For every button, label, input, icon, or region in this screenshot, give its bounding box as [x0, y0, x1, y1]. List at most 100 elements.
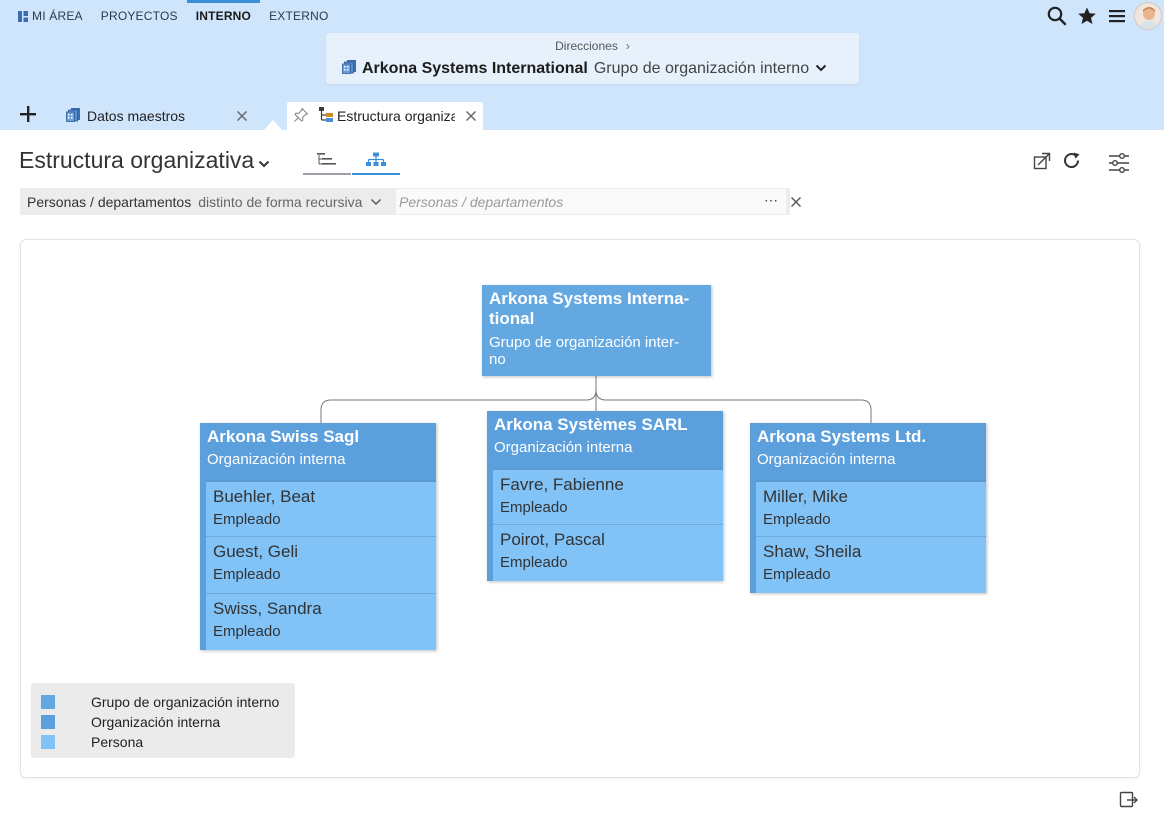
member-list: Miller, Mike Empleado Shaw, Sheila Emple… [750, 480, 986, 593]
department-name: Arkona Swiss Sagl [207, 427, 360, 446]
org-node-person[interactable]: Guest, Geli Empleado [206, 536, 436, 593]
app-header: MI ÁREA PROYECTOS INTERNO EXTERNO Direcc… [0, 0, 1164, 98]
org-node-person[interactable]: Poirot, Pascal Empleado [493, 524, 723, 581]
org-chart-icon [365, 152, 387, 173]
legend: Grupo de organización interno Organizaci… [31, 683, 295, 758]
person-role: Empleado [213, 566, 281, 583]
legend-label: Persona [91, 734, 144, 750]
settings-sliders-icon[interactable] [1106, 150, 1132, 176]
export-icon[interactable] [1119, 791, 1139, 814]
nav-label: PROYECTOS [100, 9, 178, 23]
node-type-line: Grupo de organización inter- [489, 334, 680, 351]
nav-interno[interactable]: INTERNO [186, 0, 261, 32]
person-name: Shaw, Sheila [763, 542, 862, 561]
filter-operator[interactable]: distinto de forma recursiva [198, 194, 362, 210]
close-icon[interactable] [465, 109, 477, 125]
search-icon[interactable] [1042, 1, 1072, 31]
menu-icon[interactable] [1102, 1, 1132, 31]
node-type: Grupo de organización inter- no [489, 334, 704, 368]
building-icon [342, 59, 357, 79]
tree-list-icon [316, 152, 338, 173]
nav-label: EXTERNO [269, 9, 329, 23]
legend-swatch [41, 715, 55, 729]
legend-label: Grupo de organización interno [91, 694, 280, 710]
chevron-down-icon[interactable] [815, 60, 827, 78]
header-actions [1042, 0, 1164, 32]
department-name: Arkona Systèmes SARL [494, 415, 688, 434]
chevron-right-icon: › [625, 39, 630, 53]
person-role: Empleado [763, 511, 831, 528]
close-icon[interactable] [790, 195, 802, 213]
nav-label: INTERNO [195, 9, 252, 23]
star-icon[interactable] [1072, 1, 1102, 31]
chevron-down-icon[interactable] [370, 197, 382, 207]
org-node-person[interactable]: Miller, Mike Empleado [756, 480, 986, 536]
node-type-line: no [489, 351, 506, 368]
filter-bar: Personas / departamentos distinto de for… [20, 188, 801, 215]
close-icon[interactable] [236, 109, 248, 125]
person-role: Empleado [500, 554, 568, 571]
person-name: Buehler, Beat [213, 487, 316, 506]
org-chart-panel: Arkona Systems Interna- tional Grupo de … [20, 239, 1140, 778]
tab-estructura-organizativa[interactable]: Estructura organizativa [287, 102, 483, 130]
tab-label: Estructura organizativa [337, 108, 455, 124]
member-list: Buehler, Beat Empleado Guest, Geli Emple… [200, 480, 436, 650]
building-icon [66, 107, 81, 125]
page-title[interactable]: Estructura organizativa [19, 146, 270, 175]
person-name: Poirot, Pascal [500, 530, 605, 549]
dashboard-icon [18, 10, 28, 22]
nav-label: MI ÁREA [32, 9, 83, 23]
node-name-line: tional [489, 309, 535, 328]
department-header: Arkona Swiss Sagl Organización interna [200, 423, 436, 480]
person-role: Empleado [213, 623, 281, 640]
org-chart-view-toggle[interactable] [352, 148, 400, 175]
department-header: Arkona Systèmes SARL Organización intern… [487, 411, 723, 468]
breadcrumb-parent-label: Direcciones [555, 39, 618, 53]
main-nav: MI ÁREA PROYECTOS INTERNO EXTERNO [0, 0, 338, 32]
department-type: Organización interna [757, 451, 896, 468]
add-tab-button[interactable] [16, 102, 40, 126]
refresh-icon[interactable] [1059, 148, 1085, 174]
chevron-down-icon [258, 148, 270, 175]
breadcrumb-org-name: Arkona Systems International [362, 60, 588, 77]
node-name-line: Arkona Systems Interna- [489, 289, 690, 308]
org-node-department[interactable]: Arkona Systèmes SARL Organización intern… [487, 411, 723, 581]
department-name: Arkona Systems Ltd. [757, 427, 927, 446]
node-name: Arkona Systems Interna- tional [489, 289, 704, 329]
department-type: Organización interna [494, 439, 633, 456]
legend-item: Persona [31, 732, 295, 752]
breadcrumb-current[interactable]: Arkona Systems International Grupo de or… [342, 59, 827, 79]
org-node-root[interactable]: Arkona Systems Interna- tional Grupo de … [482, 285, 711, 376]
avatar[interactable] [1134, 2, 1162, 30]
department-header: Arkona Systems Ltd. Organización interna [750, 423, 986, 480]
pin-icon[interactable] [293, 107, 309, 126]
department-type: Organización interna [207, 451, 346, 468]
tab-datos-maestros[interactable]: Datos maestros [60, 102, 260, 130]
person-name: Swiss, Sandra [213, 599, 322, 618]
nav-proyectos[interactable]: PROYECTOS [92, 0, 187, 32]
breadcrumb: Direcciones › Arkona Systems Internationa… [326, 33, 859, 84]
person-name: Favre, Fabienne [500, 475, 624, 494]
person-role: Empleado [763, 566, 831, 583]
more-options-button[interactable]: ⋯ [764, 192, 779, 209]
expand-icon[interactable] [1029, 148, 1055, 174]
list-view-toggle[interactable] [303, 148, 351, 175]
member-list: Favre, Fabienne Empleado Poirot, Pascal … [487, 468, 723, 581]
person-name: Guest, Geli [213, 542, 299, 561]
org-node-department[interactable]: Arkona Swiss Sagl Organización interna B… [200, 423, 436, 650]
org-node-person[interactable]: Swiss, Sandra Empleado [206, 593, 436, 650]
filter-value-input[interactable] [396, 189, 786, 214]
org-node-person[interactable]: Buehler, Beat Empleado [206, 480, 436, 536]
org-tree-icon [319, 107, 333, 125]
breadcrumb-org-type: Grupo de organización interno [593, 60, 810, 77]
nav-externo[interactable]: EXTERNO [260, 0, 337, 32]
org-node-department[interactable]: Arkona Systems Ltd. Organización interna… [750, 423, 986, 593]
tab-indicator [264, 120, 282, 130]
person-role: Empleado [500, 499, 568, 516]
org-node-person[interactable]: Favre, Fabienne Empleado [493, 468, 723, 524]
org-node-person[interactable]: Shaw, Sheila Empleado [756, 536, 986, 593]
person-role: Empleado [213, 511, 281, 528]
person-name: Miller, Mike [763, 487, 849, 506]
nav-mi-area[interactable]: MI ÁREA [0, 0, 92, 32]
breadcrumb-parent[interactable]: Direcciones › [326, 39, 859, 53]
